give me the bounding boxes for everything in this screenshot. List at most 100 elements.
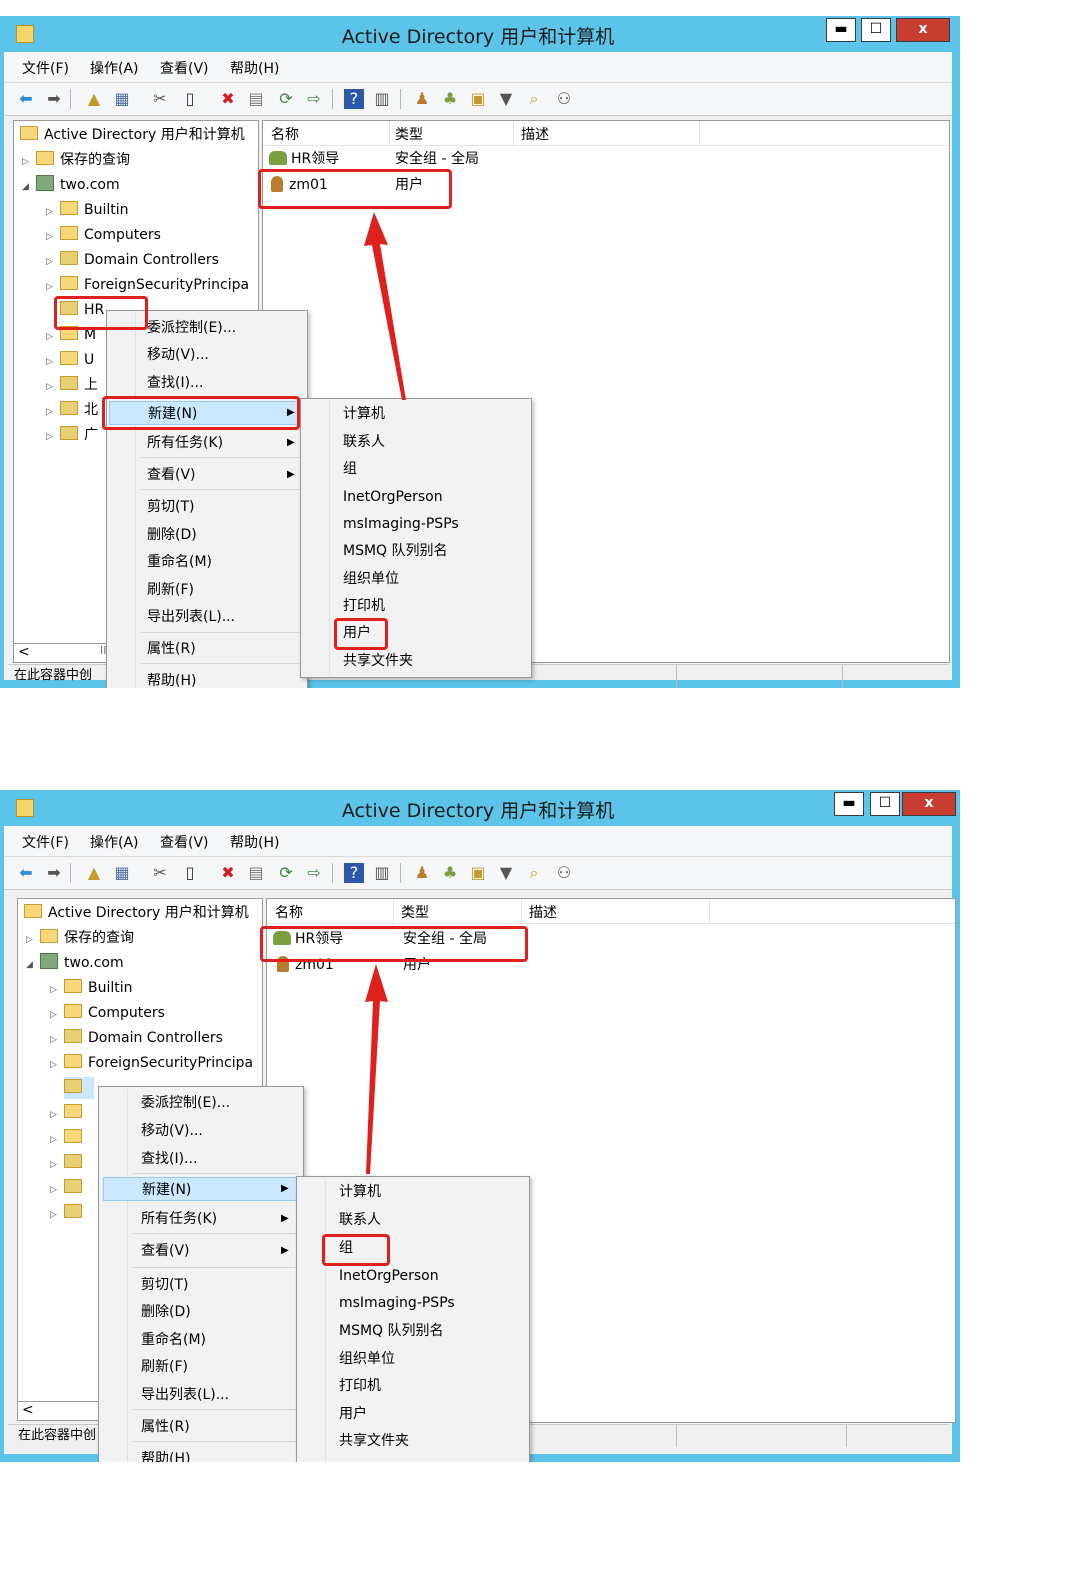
tree-item-builtin[interactable]: ▷ Builtin <box>46 199 129 221</box>
tree-item-builtin[interactable]: ▷ Builtin <box>50 977 133 999</box>
copy-icon[interactable]: ▯ <box>180 89 200 109</box>
expand-icon[interactable]: ▷ <box>50 1204 64 1226</box>
scroll-left-button[interactable]: < <box>22 1402 34 1418</box>
collapse-icon[interactable]: ◢ <box>26 954 40 976</box>
tree-item-partial[interactable]: ▷ <box>50 1102 88 1124</box>
new-group-icon[interactable]: ♣ <box>440 863 460 883</box>
submenu-item-inetorgperson[interactable]: InetOrgPerson <box>343 485 443 509</box>
expand-icon[interactable]: ▷ <box>46 201 60 223</box>
expand-icon[interactable]: ▷ <box>22 151 36 173</box>
menu-item-delete[interactable]: 删除(D) <box>141 1300 191 1324</box>
column-divider[interactable] <box>389 121 390 145</box>
submenu-item-user[interactable]: 用户 <box>339 1402 367 1426</box>
view-icon[interactable]: ▥ <box>372 89 392 109</box>
properties-icon[interactable]: ▤ <box>246 863 266 883</box>
copy-icon[interactable]: ▯ <box>180 863 200 883</box>
expand-icon[interactable]: ▷ <box>46 351 60 373</box>
column-divider[interactable] <box>521 899 522 923</box>
submenu-item-computer[interactable]: 计算机 <box>343 402 385 426</box>
expand-icon[interactable]: ▷ <box>46 426 60 448</box>
submenu-item-inetorgperson[interactable]: InetOrgPerson <box>339 1264 439 1288</box>
tree-item-partial[interactable]: ▷ 北 <box>46 399 98 421</box>
menu-item-view[interactable]: 查看(V) <box>147 463 196 487</box>
menu-view[interactable]: 查看(V) <box>160 58 209 78</box>
menu-item-refresh[interactable]: 刷新(F) <box>141 1355 188 1379</box>
column-description[interactable]: 描述 <box>529 902 557 922</box>
close-button[interactable]: x <box>902 792 956 816</box>
submenu-item-printer[interactable]: 打印机 <box>339 1374 381 1398</box>
menu-view[interactable]: 查看(V) <box>160 832 209 852</box>
forward-icon[interactable]: ➡ <box>44 863 64 883</box>
expand-icon[interactable]: ▷ <box>46 276 60 298</box>
column-name[interactable]: 名称 <box>271 124 299 144</box>
submenu-item-contact[interactable]: 联系人 <box>339 1208 381 1232</box>
menu-item-new[interactable]: 新建(N) <box>103 1177 297 1201</box>
expand-icon[interactable]: ▷ <box>46 251 60 273</box>
expand-icon[interactable]: ▷ <box>50 1004 64 1026</box>
menu-file[interactable]: 文件(F) <box>22 832 69 852</box>
submenu-item-group[interactable]: 组 <box>343 457 357 481</box>
tree-item-partial[interactable]: ▷ <box>50 1152 88 1174</box>
menu-item-delegate[interactable]: 委派控制(E)... <box>141 1091 230 1115</box>
tree-item-computers[interactable]: ▷ Computers <box>50 1002 165 1024</box>
tree-item-partial[interactable]: ▷ 广 <box>46 424 98 446</box>
new-ou-icon[interactable]: ▣ <box>468 863 488 883</box>
maximize-button[interactable]: ☐ <box>870 792 900 816</box>
submenu-item-msimaging[interactable]: msImaging-PSPs <box>339 1291 455 1315</box>
tree-item-partial[interactable]: ▷ 上 <box>46 374 98 396</box>
expand-icon[interactable]: ▷ <box>50 1029 64 1051</box>
minimize-button[interactable]: ▬ <box>834 792 864 816</box>
expand-icon[interactable]: ▷ <box>50 1179 64 1201</box>
menu-action[interactable]: 操作(A) <box>90 58 139 78</box>
column-divider[interactable] <box>709 899 710 923</box>
delete-icon[interactable]: ✖ <box>218 89 238 109</box>
menu-item-view[interactable]: 查看(V) <box>141 1239 190 1263</box>
submenu-item-msmq[interactable]: MSMQ 队列别名 <box>339 1319 444 1343</box>
refresh-icon[interactable]: ⟳ <box>276 863 296 883</box>
tree-item-computers[interactable]: ▷ Computers <box>46 224 161 246</box>
menu-item-rename[interactable]: 重命名(M) <box>147 550 212 574</box>
new-user-icon[interactable]: ♟ <box>412 89 432 109</box>
show-tree-icon[interactable]: ▦ <box>112 863 132 883</box>
submenu-item-msmq[interactable]: MSMQ 队列别名 <box>343 539 448 563</box>
refresh-icon[interactable]: ⟳ <box>276 89 296 109</box>
tree-item-partial[interactable]: ▷ <box>50 1202 88 1224</box>
tree-root[interactable]: Active Directory 用户和计算机 <box>24 902 249 924</box>
menu-item-find[interactable]: 查找(I)... <box>147 371 203 395</box>
back-icon[interactable]: ⬅ <box>16 89 36 109</box>
cut-icon[interactable]: ✂ <box>150 863 170 883</box>
tree-item-foreign-security[interactable]: ▷ ForeignSecurityPrincipa <box>50 1052 253 1074</box>
tree-item-domain-controllers[interactable]: ▷ Domain Controllers <box>50 1027 223 1049</box>
expand-icon[interactable]: ▷ <box>50 979 64 1001</box>
menu-item-properties[interactable]: 属性(R) <box>147 637 196 661</box>
column-divider[interactable] <box>513 121 514 145</box>
tree-item-saved-queries[interactable]: ▷ 保存的查询 <box>26 927 134 949</box>
collapse-icon[interactable]: ◢ <box>22 176 36 198</box>
submenu-item-shared-folder[interactable]: 共享文件夹 <box>339 1429 409 1453</box>
tree-item-hr[interactable] <box>64 1077 94 1099</box>
properties-icon[interactable]: ▤ <box>246 89 266 109</box>
menu-file[interactable]: 文件(F) <box>22 58 69 78</box>
submenu-item-ou[interactable]: 组织单位 <box>343 567 399 591</box>
find-icon[interactable]: ⌕ <box>524 89 544 109</box>
submenu-item-printer[interactable]: 打印机 <box>343 594 385 618</box>
tree-item-partial[interactable]: ▷ <box>50 1127 88 1149</box>
menu-action[interactable]: 操作(A) <box>90 832 139 852</box>
submenu-item-computer[interactable]: 计算机 <box>339 1180 381 1204</box>
menu-item-delegate[interactable]: 委派控制(E)... <box>147 316 236 340</box>
menu-item-properties[interactable]: 属性(R) <box>141 1415 190 1439</box>
column-type[interactable]: 类型 <box>401 902 429 922</box>
back-icon[interactable]: ⬅ <box>16 863 36 883</box>
tree-item-domain[interactable]: ◢ two.com <box>22 174 120 196</box>
column-type[interactable]: 类型 <box>395 124 423 144</box>
menu-item-export[interactable]: 导出列表(L)... <box>141 1383 229 1407</box>
filter-icon[interactable]: ▼ <box>496 89 516 109</box>
filter-icon[interactable]: ▼ <box>496 863 516 883</box>
submenu-item-ou[interactable]: 组织单位 <box>339 1347 395 1371</box>
help-icon[interactable]: ? <box>344 89 364 109</box>
column-divider[interactable] <box>393 899 394 923</box>
expand-icon[interactable]: ▷ <box>46 401 60 423</box>
new-group-icon[interactable]: ♣ <box>440 89 460 109</box>
close-button[interactable]: x <box>896 18 950 42</box>
submenu-item-contact[interactable]: 联系人 <box>343 430 385 454</box>
